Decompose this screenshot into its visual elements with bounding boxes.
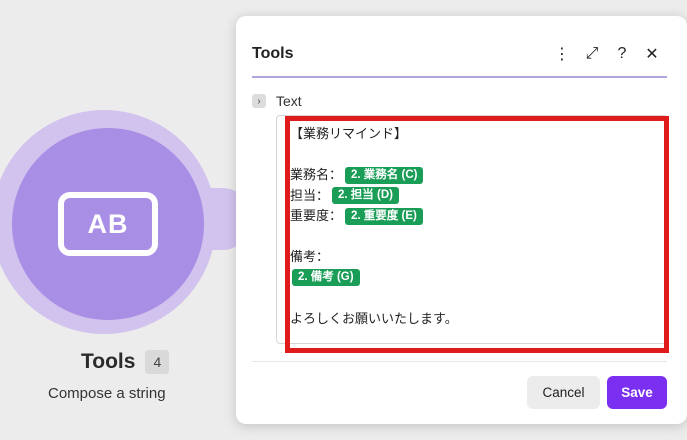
panel-title: Tools — [252, 45, 294, 62]
text-field-header: › Text — [252, 93, 302, 109]
red-highlight-box — [285, 116, 669, 353]
header-divider — [252, 76, 667, 78]
more-options-icon[interactable]: ⋮ — [547, 39, 577, 69]
save-button[interactable]: Save — [607, 376, 667, 409]
chevron-right-icon[interactable]: › — [252, 94, 266, 108]
module-title: Tools 4 — [81, 350, 170, 374]
module-subtitle: Compose a string — [48, 385, 166, 402]
tools-module[interactable]: AB — [12, 128, 204, 320]
text-ab-icon: AB — [58, 192, 158, 256]
ab-icon-text: AB — [87, 208, 129, 239]
module-settings-panel: Tools ⋮ ⤢ ? ✕ › Text 【業務リマインド】 業務名： 2. 業務名… — [236, 16, 687, 424]
panel-header: Tools ⋮ ⤢ ? ✕ — [252, 36, 667, 72]
text-field-label: Text — [276, 93, 302, 109]
expand-icon[interactable]: ⤢ — [577, 39, 607, 69]
close-icon[interactable]: ✕ — [637, 39, 667, 69]
help-icon[interactable]: ? — [607, 39, 637, 69]
module-id-badge: 4 — [145, 350, 170, 374]
cancel-button[interactable]: Cancel — [527, 376, 600, 409]
module-name: Tools — [81, 350, 136, 373]
footer-divider — [252, 361, 667, 362]
